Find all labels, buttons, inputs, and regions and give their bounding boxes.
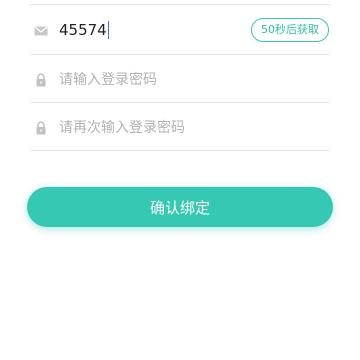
envelope-icon [34, 23, 48, 37]
lock-icon [34, 120, 48, 134]
bind-account-page: 45574 50秒后获取 确认绑定 [0, 0, 360, 360]
confirm-bind-button[interactable]: 确认绑定 [27, 187, 333, 227]
password-row [30, 55, 330, 103]
confirm-password-row [30, 103, 330, 151]
verification-code-value: 45574 [59, 20, 107, 39]
verification-code-input[interactable]: 45574 [59, 20, 109, 40]
verification-code-row: 45574 50秒后获取 [30, 5, 330, 55]
text-caret [107, 21, 109, 39]
lock-icon [34, 72, 48, 86]
password-input[interactable] [59, 66, 239, 91]
confirm-password-input[interactable] [59, 114, 239, 139]
get-code-button[interactable]: 50秒后获取 [251, 17, 329, 42]
